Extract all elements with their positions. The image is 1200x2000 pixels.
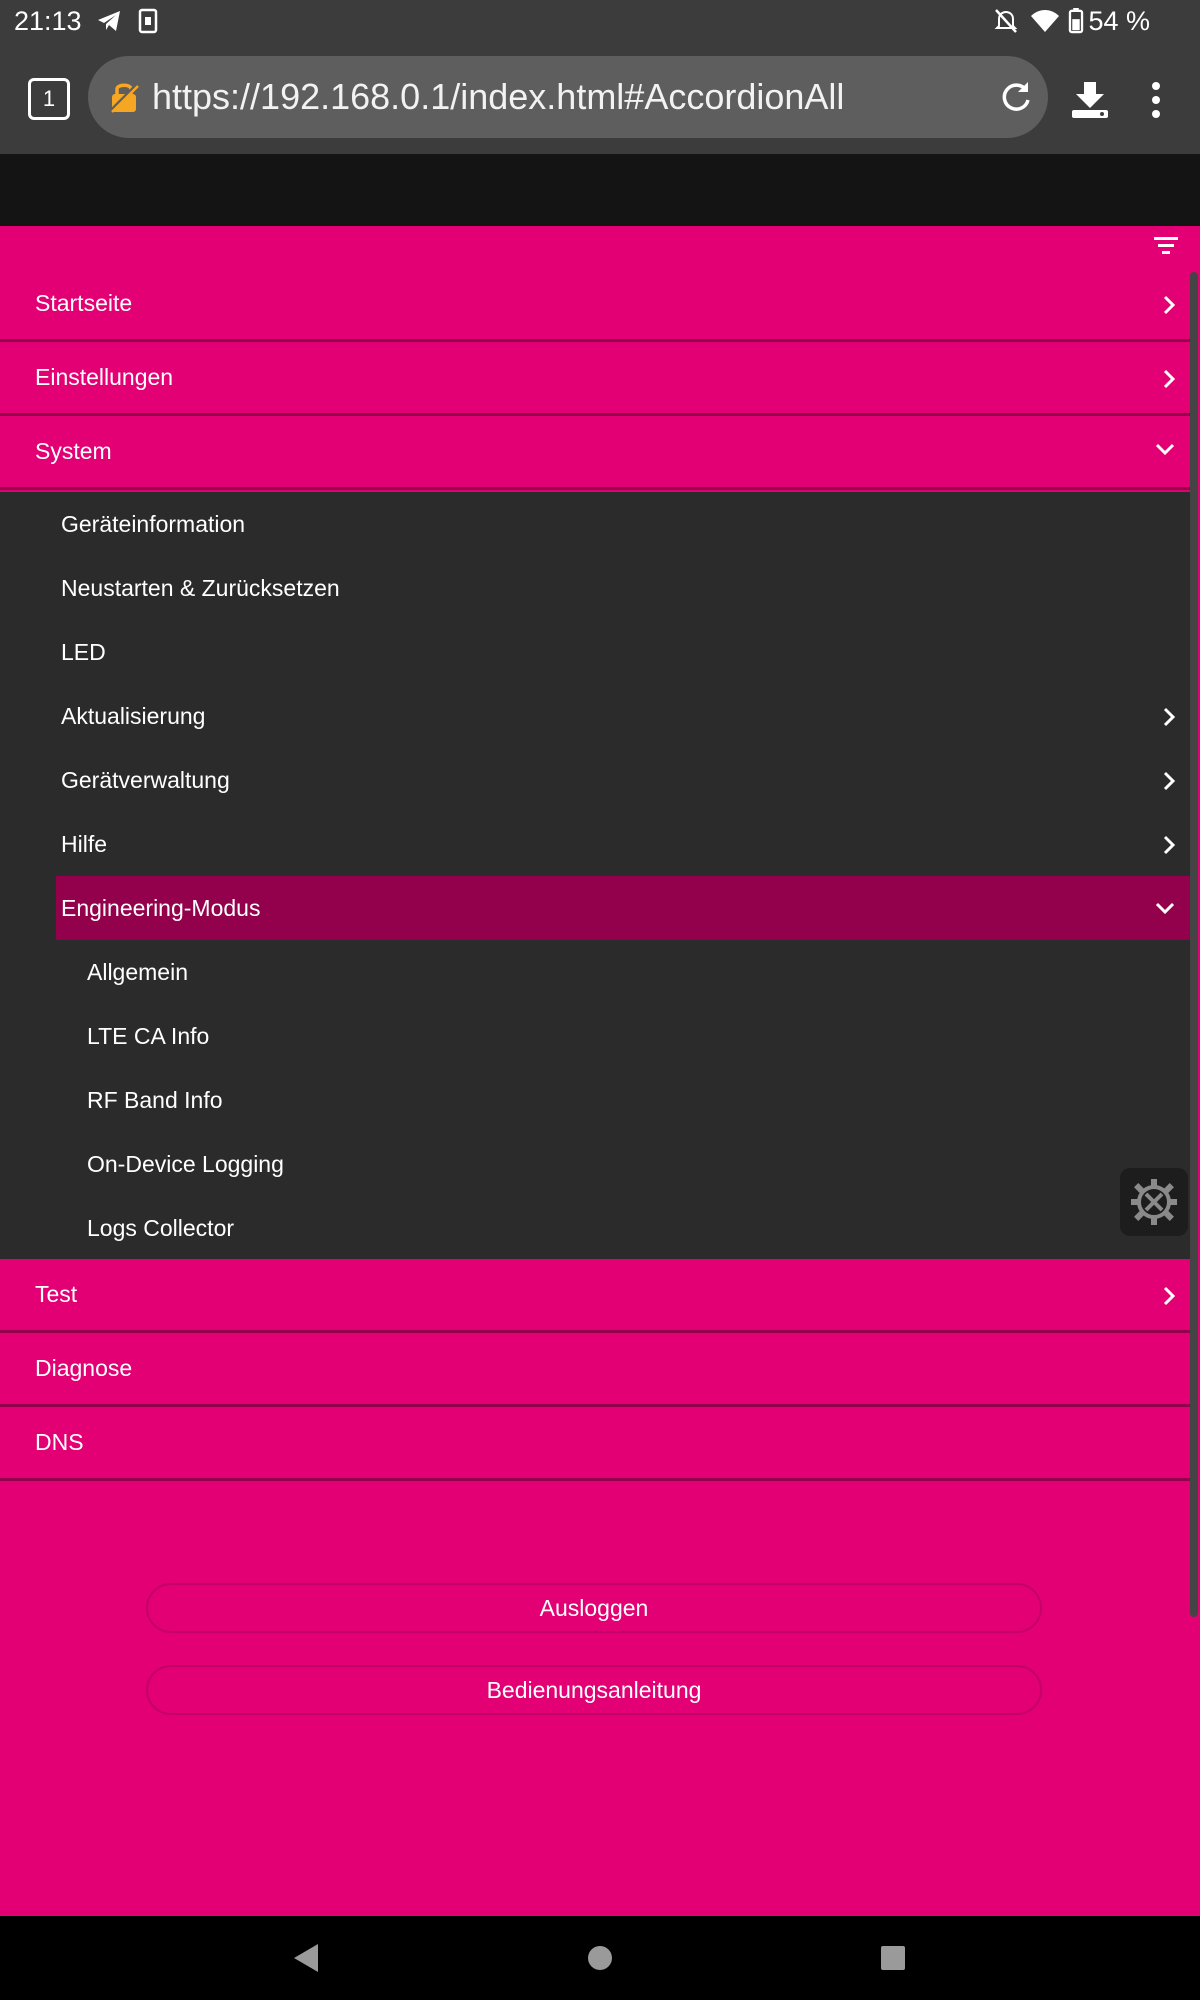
reload-icon[interactable] (998, 78, 1034, 114)
sub-item-led[interactable]: LED (0, 620, 1190, 684)
sub-item-label: LED (61, 638, 106, 665)
sub-item-label: Hilfe (61, 830, 108, 857)
recents-icon[interactable] (880, 1942, 906, 1974)
address-bar[interactable]: https://192.168.0.1/index.html#Accordion… (88, 56, 1048, 138)
sub-item-aktualisierung[interactable]: Aktualisierung (0, 684, 1190, 748)
chevron-down-icon (1155, 443, 1175, 456)
nav-item-label: DNS (35, 1429, 84, 1455)
filter-icon[interactable] (1154, 236, 1178, 256)
sub-item-lte-ca-info[interactable]: LTE CA Info (0, 1004, 1190, 1068)
chevron-right-icon (1163, 835, 1176, 855)
back-icon[interactable] (292, 1942, 320, 1974)
sub-item-label: Allgemein (87, 958, 188, 985)
sub-item-on-device-logging[interactable]: On-Device Logging (0, 1132, 1190, 1196)
nav-item-label: Diagnose (35, 1355, 133, 1381)
chevron-right-icon (1163, 771, 1176, 791)
page-header (0, 154, 1200, 226)
sub-item-geraetverwaltung[interactable]: Gerätverwaltung (0, 748, 1190, 812)
chevron-right-icon (1163, 1286, 1176, 1306)
manual-button[interactable]: Bedienungsanleitung (146, 1665, 1042, 1715)
sub-item-rf-band-info[interactable]: RF Band Info (0, 1068, 1190, 1132)
sub-item-label: RF Band Info (87, 1086, 223, 1113)
browser-toolbar: 1 https://192.168.0.1/index.html#Accordi… (0, 44, 1200, 154)
overflow-menu-icon[interactable] (1150, 80, 1162, 120)
chevron-down-icon (1155, 902, 1175, 915)
download-icon[interactable] (1070, 80, 1110, 120)
nav-item-system[interactable]: System (0, 416, 1190, 490)
sub-item-label: Neustarten & Zurücksetzen (61, 574, 340, 601)
sub-item-label: Aktualisierung (61, 702, 206, 729)
battery-percent: 54 % (1088, 6, 1150, 36)
nav-item-label: System (35, 438, 112, 464)
nav-item-einstellungen[interactable]: Einstellungen (0, 342, 1190, 416)
sub-item-label: Geräteinformation (61, 510, 246, 537)
clock: 21:13 (14, 6, 82, 36)
nav-item-diagnose[interactable]: Diagnose (0, 1333, 1190, 1407)
sub-item-label: On-Device Logging (87, 1150, 284, 1177)
insecure-lock-icon[interactable] (108, 80, 140, 114)
battery-icon (1068, 8, 1084, 34)
sub-item-logs-collector[interactable]: Logs Collector (0, 1196, 1190, 1260)
sub-item-geraeteinformation[interactable]: Geräteinformation (0, 492, 1190, 556)
gear-wrench-icon (1131, 1179, 1177, 1225)
nav-item-label: Einstellungen (35, 364, 174, 390)
scrollbar[interactable] (1190, 272, 1198, 1617)
tab-switcher-button[interactable]: 1 (28, 78, 70, 120)
home-icon[interactable] (587, 1942, 613, 1974)
sub-item-allgemein[interactable]: Allgemein (0, 940, 1190, 1004)
chevron-right-icon (1163, 707, 1176, 727)
sub-item-hilfe[interactable]: Hilfe (0, 812, 1190, 876)
engineering-tools-button[interactable] (1120, 1168, 1188, 1236)
nav-item-label: Startseite (35, 290, 133, 316)
nav-item-test[interactable]: Test (0, 1259, 1190, 1333)
telegram-icon (98, 11, 120, 31)
chevron-right-icon (1163, 295, 1176, 315)
nav-item-label: Test (35, 1281, 78, 1307)
sub-item-neustarten[interactable]: Neustarten & Zurücksetzen (0, 556, 1190, 620)
status-bar: 21:13 54 % (0, 0, 1200, 44)
nav-item-startseite[interactable]: Startseite (0, 268, 1190, 342)
system-navigation-bar (0, 1916, 1200, 2000)
sub-item-label: Logs Collector (87, 1214, 235, 1241)
nav-item-dns[interactable]: DNS (0, 1407, 1190, 1481)
sub-item-engineering-modus[interactable]: Engineering-Modus (56, 876, 1190, 940)
mute-bell-icon (994, 9, 1018, 33)
sub-item-label: Engineering-Modus (61, 894, 261, 921)
sim-card-icon (138, 8, 158, 34)
wifi-icon (1031, 10, 1059, 32)
sub-item-label: Gerätverwaltung (61, 766, 230, 793)
logout-button[interactable]: Ausloggen (146, 1583, 1042, 1633)
url-text[interactable]: https://192.168.0.1/index.html#Accordion… (152, 76, 844, 118)
chevron-right-icon (1163, 369, 1176, 389)
system-submenu: Geräteinformation Neustarten & Zurückset… (0, 492, 1190, 1259)
sub-item-label: LTE CA Info (87, 1022, 210, 1049)
